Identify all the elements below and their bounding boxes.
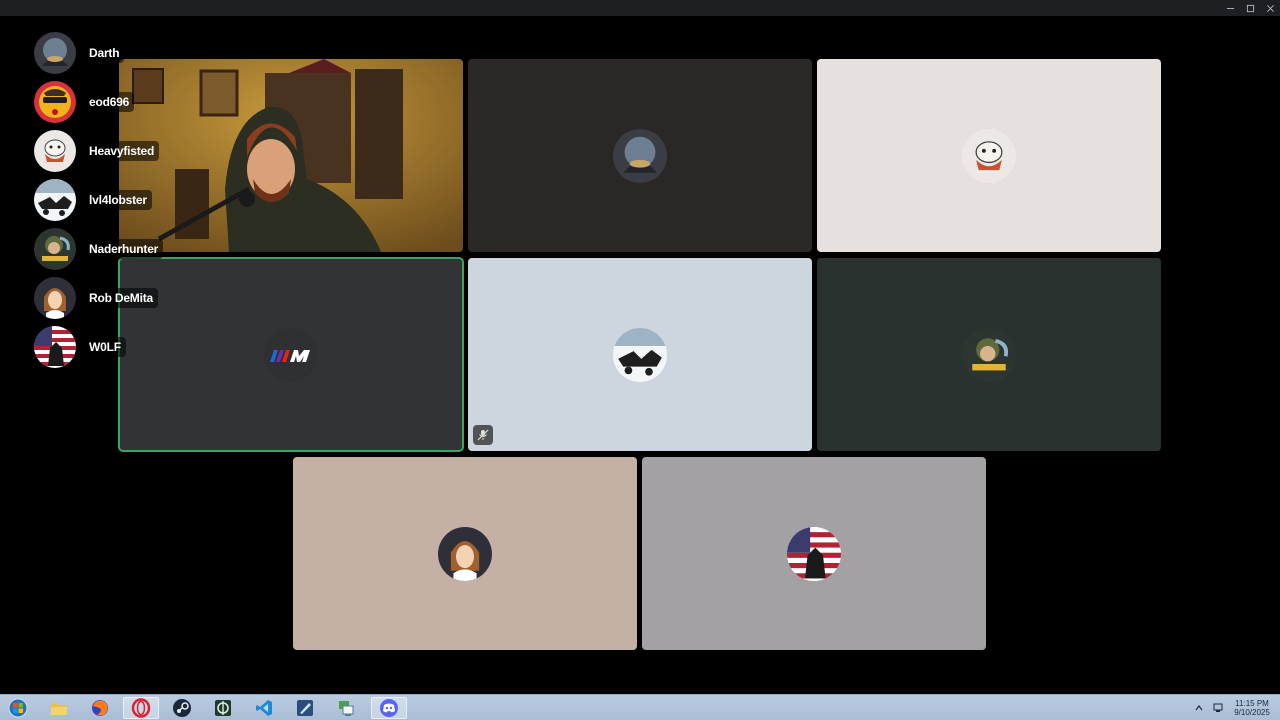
participant-name: lvl4lobster — [84, 190, 152, 210]
webcam-video-tile[interactable] — [119, 59, 463, 252]
clock-date: 9/10/2025 — [1234, 708, 1270, 717]
vscode-icon[interactable] — [246, 697, 282, 719]
participant-tile[interactable] — [817, 59, 1161, 252]
participant-name: W0LF — [84, 337, 126, 357]
game-launcher-icon[interactable] — [205, 697, 241, 719]
participant-name: Darth — [84, 43, 125, 63]
window-title-bar — [0, 0, 1280, 16]
participant-row[interactable]: Rob DeMita — [34, 277, 159, 319]
rob-demita-avatar — [34, 277, 76, 319]
participant-row[interactable]: Darth — [34, 32, 125, 74]
participant-tile[interactable] — [293, 457, 637, 650]
m-logo-avatar — [264, 327, 318, 382]
rob-demita-avatar — [438, 526, 492, 581]
participant-tile[interactable] — [642, 457, 986, 650]
participant-row[interactable]: lvl4lobster — [34, 179, 152, 221]
system-tray: 11:15 PM 9/10/2025 — [1192, 695, 1272, 720]
darth-avatar — [34, 32, 76, 74]
participant-row[interactable]: W0LF — [34, 326, 126, 368]
file-explorer-icon[interactable] — [41, 697, 77, 719]
naderhunter-avatar — [34, 228, 76, 270]
participant-name: eod696 — [84, 92, 135, 112]
discord-call-window: Darth eod696 Heavyfisted lvl4lobster Nad… — [0, 0, 1280, 720]
heavyfisted-avatar — [34, 130, 76, 172]
participant-tile[interactable] — [468, 59, 812, 252]
close-icon[interactable] — [1260, 0, 1280, 16]
participant-tile-speaking[interactable] — [118, 257, 464, 452]
naderhunter-avatar — [962, 327, 1016, 382]
participant-name: Naderhunter — [84, 239, 164, 259]
network-app-icon[interactable] — [328, 697, 364, 719]
lvl4lobster-avatar — [613, 327, 667, 382]
w0lf-avatar — [787, 526, 841, 581]
editor-icon[interactable] — [287, 697, 323, 719]
participant-name: Heavyfisted — [84, 141, 160, 161]
participant-row[interactable]: Naderhunter — [34, 228, 164, 270]
maximize-icon[interactable] — [1240, 0, 1260, 16]
opera-icon[interactable] — [123, 697, 159, 719]
steam-icon[interactable] — [164, 697, 200, 719]
webcam-feed — [119, 59, 463, 252]
lvl4lobster-avatar — [34, 179, 76, 221]
darth-avatar — [613, 128, 667, 183]
network-icon[interactable] — [1212, 701, 1226, 715]
w0lf-avatar — [34, 326, 76, 368]
participant-tile[interactable] — [468, 258, 812, 451]
eod696-avatar — [34, 81, 76, 123]
mic-muted-icon — [473, 425, 493, 445]
taskbar: 11:15 PM 9/10/2025 — [0, 694, 1280, 720]
participant-tile[interactable] — [817, 258, 1161, 451]
clock-time: 11:15 PM — [1235, 699, 1269, 708]
discord-icon[interactable] — [371, 697, 407, 719]
heavyfisted-avatar — [962, 128, 1016, 183]
participant-row[interactable]: eod696 — [34, 81, 135, 123]
minimize-icon[interactable] — [1220, 0, 1240, 16]
participant-name: Rob DeMita — [84, 288, 159, 308]
start-orb-icon[interactable] — [0, 697, 36, 719]
taskbar-clock[interactable]: 11:15 PM 9/10/2025 — [1232, 699, 1272, 717]
firefox-icon[interactable] — [82, 697, 118, 719]
show-hidden-icons-icon[interactable] — [1192, 701, 1206, 715]
participant-row[interactable]: Heavyfisted — [34, 130, 160, 172]
